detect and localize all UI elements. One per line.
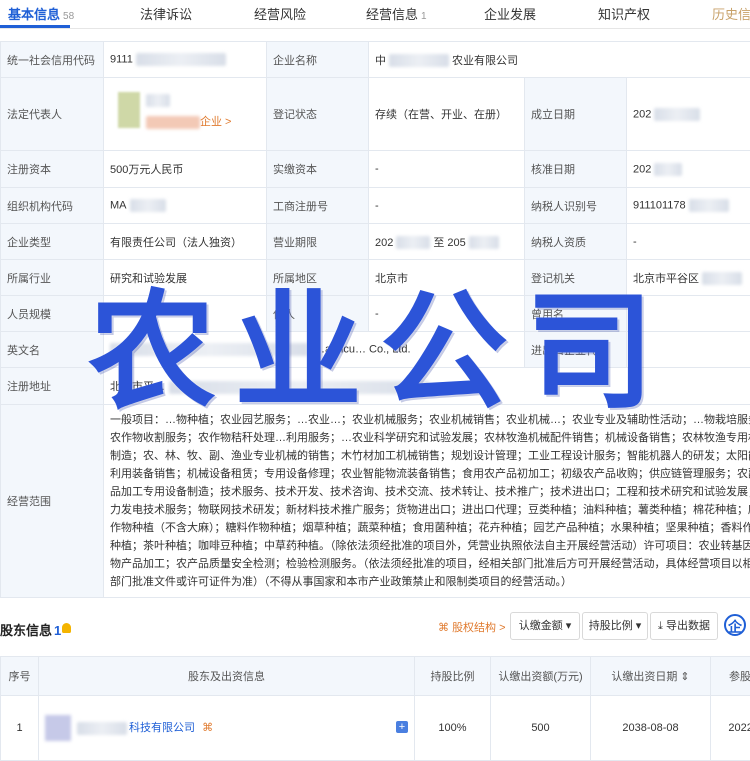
equity-structure-icon[interactable]: ⌘ — [202, 722, 213, 734]
reg-capital-value: 500万元人民币 — [104, 151, 267, 188]
field-label: 所属行业 — [1, 260, 104, 296]
legal-rep-company-link[interactable]: 企业 > — [200, 113, 231, 129]
field-label: 人员规模 — [1, 296, 104, 332]
shareholder-section-header: 股东信息1 ⌘ 股权结构 > 认缴金额 ▾ 持股比例 ▾ ⤓ 导出数据 企 — [0, 612, 750, 642]
field-label: 纳税人识别号 — [525, 188, 627, 224]
insured-value: - — [369, 296, 525, 332]
shareholder-name-link[interactable]: 科技有限公司 — [129, 722, 195, 734]
ie-code-value: - — [627, 332, 750, 368]
join-date: 2022-0 — [711, 696, 750, 761]
brand-icon[interactable]: 企 — [724, 614, 746, 636]
company-name-value: 中农业有限公司 — [369, 42, 750, 78]
org-code-value: MA — [104, 188, 267, 224]
taxpayer-id-value: 911101178 — [627, 188, 750, 224]
field-label: 营业期限 — [267, 224, 369, 260]
section-title: 股东信息1 — [0, 620, 61, 639]
status-value: 存续（在营、开业、在册） — [369, 78, 525, 151]
shareholder-table: 序号 股东及出资信息 持股比例 认缴出资额(万元) 认缴出资日期 ⇕ 参股日 1… — [0, 656, 750, 761]
company-logo — [45, 715, 71, 741]
industry-value: 研究和试验发展 — [104, 260, 267, 296]
biz-reg-value: - — [369, 188, 525, 224]
tab-label: 经营信息 — [366, 7, 418, 22]
authority-value: 北京市平谷区 — [627, 260, 750, 296]
tab-label: 基本信息 — [8, 7, 60, 22]
tab-operation[interactable]: 经营信息1 — [366, 4, 427, 23]
equity-structure-link[interactable]: ⌘ 股权结构 > — [438, 619, 506, 635]
bell-icon[interactable] — [62, 623, 71, 633]
row-index: 1 — [1, 696, 39, 761]
field-label: 核准日期 — [525, 151, 627, 188]
approve-date-value: 202 — [627, 151, 750, 188]
subscribed-amount: 500 — [491, 696, 591, 761]
equity-structure-icon: ⌘ — [438, 622, 449, 634]
est-date-value: 202 — [627, 78, 750, 151]
business-scope-text: 一般项目：…物种植；农业园艺服务；…农业…；农业机械服务；农业机械销售；农业机械… — [110, 411, 750, 591]
table-header-row: 序号 股东及出资信息 持股比例 认缴出资额(万元) 认缴出资日期 ⇕ 参股日 — [1, 657, 750, 696]
field-label: 注册资本 — [1, 151, 104, 188]
field-label: 保人 — [267, 296, 369, 332]
field-label: 工商注册号 — [267, 188, 369, 224]
english-name-value: …agricu… Co., Ltd. — [104, 332, 525, 368]
address-value: 北京市平… — [104, 368, 750, 405]
subscribed-date: 2038-08-08 — [591, 696, 711, 761]
legal-rep-value: 企业 > — [104, 78, 267, 151]
tab-basic-info[interactable]: 基本信息58 — [8, 4, 74, 23]
field-label: 统一社会信用代码 — [1, 42, 104, 78]
field-label: 进出口企业代码 — [525, 332, 627, 368]
field-label: 经营范围 — [1, 405, 104, 598]
column-header: 序号 — [1, 657, 39, 696]
top-tab-bar: 基本信息58 法律诉讼 经营风险 经营信息1 企业发展 知识产权 历史信 — [0, 0, 750, 29]
download-icon: ⤓ — [658, 620, 663, 632]
field-label: 所属地区 — [267, 260, 369, 296]
field-label: 法定代表人 — [1, 78, 104, 151]
column-header: 参股日 — [711, 657, 750, 696]
field-label: 成立日期 — [525, 78, 627, 151]
field-label: 英文名 — [1, 332, 104, 368]
business-scope-value: 一般项目：…物种植；农业园艺服务；…农业…；农业机械服务；农业机械销售；农业机械… — [104, 405, 750, 598]
table-row: 1 科技有限公司 ⌘ + 100% 500 2038-08-08 2022-0 — [1, 696, 750, 761]
export-data-button[interactable]: ⤓ 导出数据 — [650, 612, 718, 640]
active-tab-indicator — [0, 25, 70, 28]
staff-value: - — [104, 296, 267, 332]
field-label: 组织机构代码 — [1, 188, 104, 224]
field-label: 登记状态 — [267, 78, 369, 151]
taxpayer-qual-value: - — [627, 224, 750, 260]
tab-count: 1 — [421, 11, 427, 22]
region-value: 北京市 — [369, 260, 525, 296]
chevron-down-icon: ▾ — [636, 620, 642, 632]
field-label: 纳税人资质 — [525, 224, 627, 260]
plus-icon[interactable]: + — [396, 721, 408, 733]
field-label: 注册地址 — [1, 368, 104, 405]
column-header: 持股比例 — [415, 657, 491, 696]
holding-ratio: 100% — [415, 696, 491, 761]
field-label: 实缴资本 — [267, 151, 369, 188]
tab-legal[interactable]: 法律诉讼 — [140, 4, 192, 23]
avatar — [118, 92, 140, 128]
field-label: 企业名称 — [267, 42, 369, 78]
tab-count: 58 — [63, 11, 74, 22]
tab-ip[interactable]: 知识产权 — [598, 4, 650, 23]
term-value: 202至 205 — [369, 224, 525, 260]
field-label: 企业类型 — [1, 224, 104, 260]
credit-code-value: 9111 — [104, 42, 267, 78]
field-label: 曾用名 — [525, 296, 627, 332]
holding-ratio-dropdown[interactable]: 持股比例 ▾ — [582, 612, 648, 640]
tab-history[interactable]: 历史信 — [712, 4, 750, 23]
former-name-value: - — [627, 296, 750, 332]
tab-risk[interactable]: 经营风险 — [254, 4, 306, 23]
column-header: 认缴出资额(万元) — [491, 657, 591, 696]
column-header: 股东及出资信息 — [39, 657, 415, 696]
paid-capital-value: - — [369, 151, 525, 188]
company-type-value: 有限责任公司（法人独资） — [104, 224, 267, 260]
chevron-down-icon: ▾ — [566, 620, 572, 632]
tab-development[interactable]: 企业发展 — [484, 4, 536, 23]
column-header: 认缴出资日期 ⇕ — [591, 657, 711, 696]
shareholder-name-cell: 科技有限公司 ⌘ + — [39, 696, 415, 761]
basic-info-table: 统一社会信用代码 9111 企业名称 中农业有限公司 法定代表人 企业 > 登记… — [0, 41, 750, 598]
subscribed-amount-dropdown[interactable]: 认缴金额 ▾ — [510, 612, 580, 640]
field-label: 登记机关 — [525, 260, 627, 296]
